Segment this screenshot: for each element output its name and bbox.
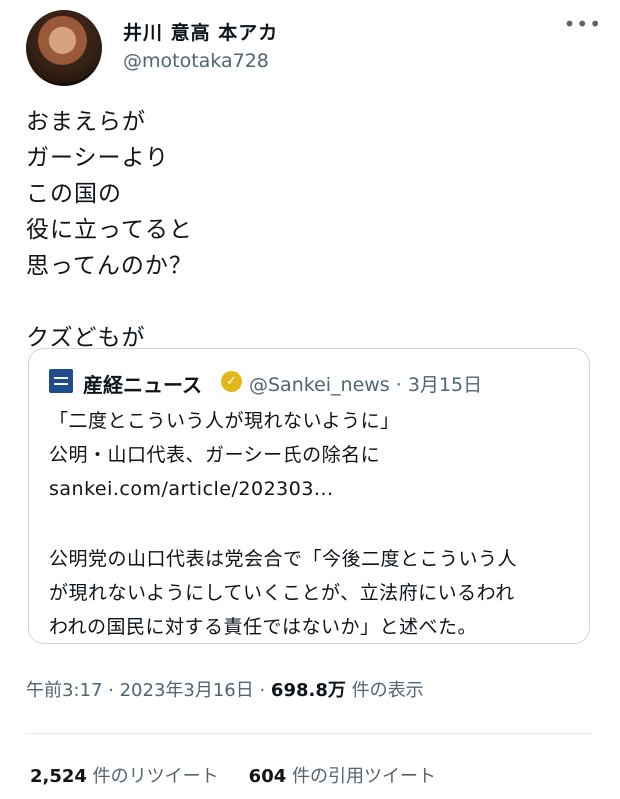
more-options-icon[interactable]: ••• (564, 12, 602, 36)
quoted-blank-line (49, 506, 574, 542)
quoted-tweet-text: 「二度とこういう人が現れないように」 公明・山口代表、ガーシー氏の除名に san… (49, 404, 574, 644)
tweet-header: 井川 意高 本アカ @mototaka728 ••• (26, 10, 606, 86)
quoted-body-line: 公明党の山口代表は党会合で「今後二度とこういう人 (49, 548, 518, 570)
tweet-text: おまえらが ガーシーより この国の 役に立ってると 思ってんのか？ クズどもが (26, 104, 193, 356)
quote-tweets-stat[interactable]: 604 件の引用ツイート (249, 766, 436, 787)
avatar[interactable] (26, 10, 102, 86)
views-count: 698.8万 (270, 680, 346, 701)
verified-badge-icon: ✓ (221, 371, 242, 392)
quoted-link[interactable]: sankei.com/article/202303... (49, 472, 574, 506)
tweet-meta: 午前3:17 · 2023年3月16日 · 698.8万 件の表示 (26, 676, 424, 702)
author-handle[interactable]: @mototaka728 (123, 50, 269, 72)
retweets-label: 件のリツイート (86, 766, 219, 787)
quotes-label: 件の引用ツイート (286, 766, 436, 787)
retweets-stat[interactable]: 2,524 件のリツイート (30, 766, 219, 787)
quoted-body-line: が現れないようにしていくことが、立法府にいるわれ (49, 582, 515, 604)
quoted-body-line: われの国民に対する責任ではないか」と述べた。 (49, 616, 478, 638)
sankei-logo-icon (49, 369, 73, 393)
tweet-line: 思ってんのか？ (26, 253, 193, 279)
divider (26, 733, 592, 734)
tweet-timestamp[interactable]: 午前3:17 · 2023年3月16日 · (26, 680, 271, 701)
tweet-line: ガーシーより (26, 145, 170, 171)
tweet-line: おまえらが (26, 109, 146, 135)
retweets-count: 2,524 (30, 766, 87, 787)
quoted-author-name: 産経ニュース (83, 373, 202, 397)
author-name[interactable]: 井川 意高 本アカ (123, 18, 278, 45)
quotes-count: 604 (248, 766, 287, 787)
tweet-line: この国の (26, 181, 122, 207)
views-label: 件の表示 (345, 680, 424, 701)
tweet-stats: 2,524 件のリツイート 604 件の引用ツイート (30, 762, 436, 788)
quoted-author-handle-date: @Sankei_news · 3月15日 (249, 374, 483, 396)
quoted-tweet-card[interactable]: 産経ニュース ✓ @Sankei_news · 3月15日 「二度とこういう人が… (28, 348, 590, 644)
tweet-line: 役に立ってると (26, 217, 193, 243)
quoted-line: 「二度とこういう人が現れないように」 (49, 410, 400, 432)
quoted-line: 公明・山口代表、ガーシー氏の除名に (49, 444, 381, 466)
